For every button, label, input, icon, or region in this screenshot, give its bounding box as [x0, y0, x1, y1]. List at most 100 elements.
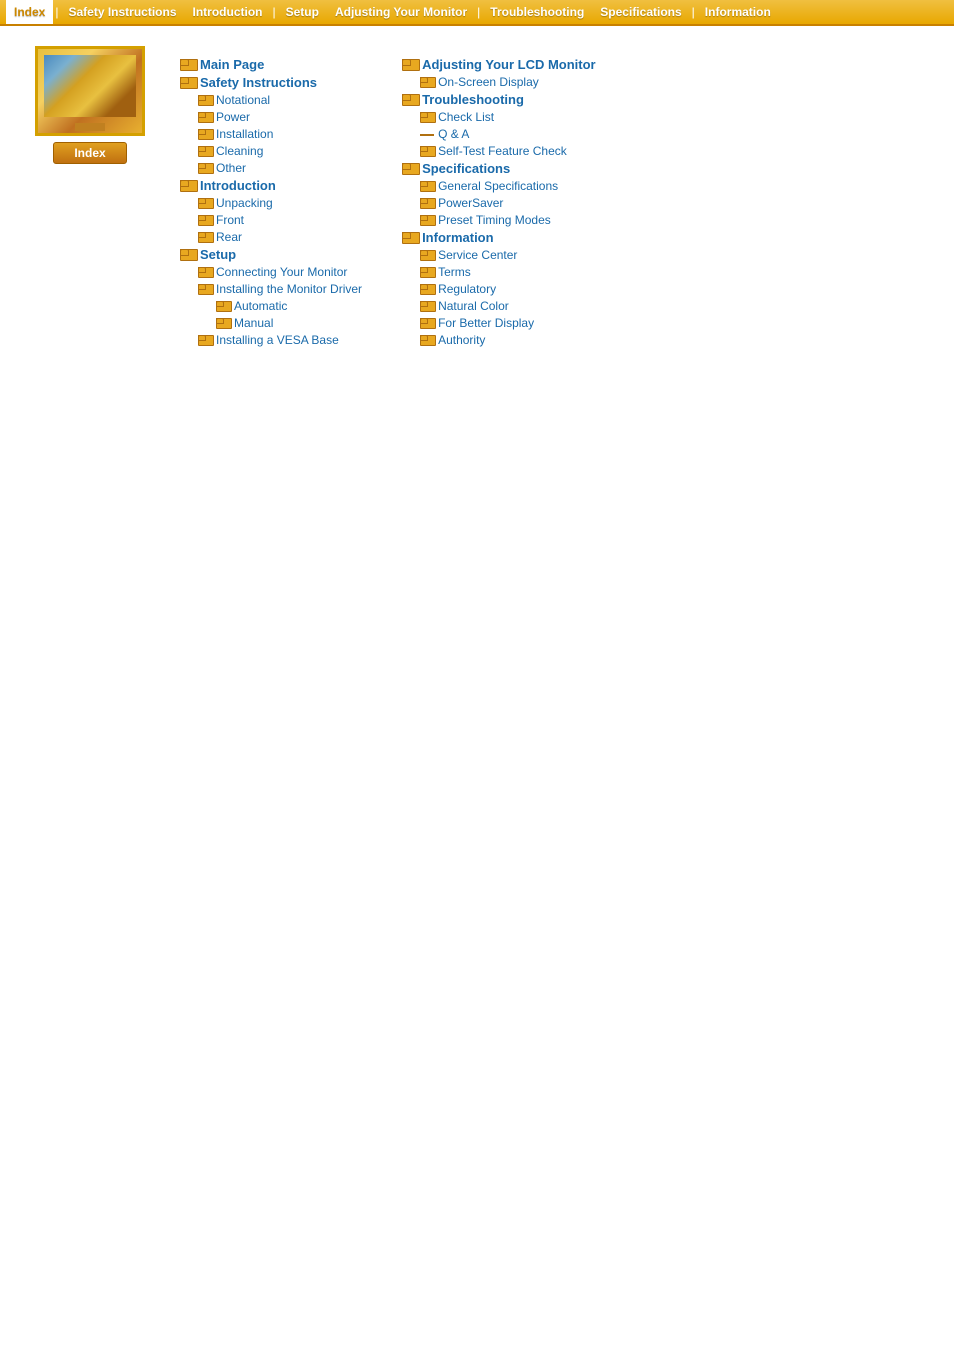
tree-item[interactable]: Service Center: [420, 247, 596, 263]
tree-item[interactable]: On-Screen Display: [420, 74, 596, 90]
folder-icon-sm: [198, 267, 212, 278]
tree-item[interactable]: Authority: [420, 332, 596, 348]
tree-item[interactable]: For Better Display: [420, 315, 596, 331]
dash-icon: [420, 134, 434, 136]
tree-item[interactable]: Setup: [180, 246, 362, 263]
tree-item[interactable]: Self-Test Feature Check: [420, 143, 596, 159]
tree-item[interactable]: Q & A: [420, 126, 596, 142]
folder-icon-sm: [420, 284, 434, 295]
nav-item-introduction[interactable]: Introduction: [185, 0, 271, 24]
tree-item[interactable]: Front: [198, 212, 362, 228]
tree-item[interactable]: Connecting Your Monitor: [198, 264, 362, 280]
tree-item-label: Preset Timing Modes: [438, 213, 551, 227]
tree-item-label: Notational: [216, 93, 270, 107]
tree-item[interactable]: Regulatory: [420, 281, 596, 297]
nav-item-adjusting-your-monitor[interactable]: Adjusting Your Monitor: [327, 0, 475, 24]
tree-item-label: Manual: [234, 316, 273, 330]
tree-item[interactable]: Check List: [420, 109, 596, 125]
tree-item[interactable]: Other: [198, 160, 362, 176]
tree-item-label: Natural Color: [438, 299, 509, 313]
tree-item-label: Terms: [438, 265, 471, 279]
tree-item[interactable]: Installing a VESA Base: [198, 332, 362, 348]
nav-item-setup[interactable]: Setup: [278, 0, 327, 24]
folder-icon: [402, 232, 418, 244]
tree-item-label: Installation: [216, 127, 273, 141]
tree-item[interactable]: Unpacking: [198, 195, 362, 211]
tree-item[interactable]: Manual: [216, 315, 362, 331]
folder-icon-sm: [198, 284, 212, 295]
tree-item[interactable]: Notational: [198, 92, 362, 108]
folder-icon-sm: [198, 335, 212, 346]
tree-item[interactable]: Preset Timing Modes: [420, 212, 596, 228]
folder-icon-sm: [198, 129, 212, 140]
tree-item[interactable]: Installing the Monitor Driver: [198, 281, 362, 297]
tree-item[interactable]: Troubleshooting: [402, 91, 596, 108]
tree-item[interactable]: Main Page: [180, 56, 362, 73]
folder-icon-sm: [420, 146, 434, 157]
nav-item-information[interactable]: Information: [697, 0, 779, 24]
nav-item-index[interactable]: Index: [6, 0, 53, 24]
tree-item[interactable]: Terms: [420, 264, 596, 280]
right-tree: Adjusting Your LCD Monitor On-Screen Disp…: [402, 56, 596, 348]
nav-item-troubleshooting[interactable]: Troubleshooting: [482, 0, 592, 24]
folder-icon: [180, 59, 196, 71]
folder-icon-sm: [420, 198, 434, 209]
folder-icon: [180, 249, 196, 261]
folder-icon-sm: [420, 335, 434, 346]
tree-item[interactable]: Installation: [198, 126, 362, 142]
tree-item[interactable]: Cleaning: [198, 143, 362, 159]
monitor-image: [35, 46, 145, 136]
tree-item-label: Self-Test Feature Check: [438, 144, 567, 158]
tree-item-label: Regulatory: [438, 282, 496, 296]
tree-item-label: Service Center: [438, 248, 517, 262]
nav-item-specifications[interactable]: Specifications: [592, 0, 689, 24]
tree-item[interactable]: Information: [402, 229, 596, 246]
tree-container: Main Page Safety Instructions Notational Po…: [180, 46, 596, 348]
tree-item-label: Adjusting Your LCD Monitor: [422, 57, 596, 72]
tree-item[interactable]: General Specifications: [420, 178, 596, 194]
tree-item-label: Safety Instructions: [200, 75, 317, 90]
nav-item-safety-instructions[interactable]: Safety Instructions: [60, 0, 184, 24]
tree-item[interactable]: Power: [198, 109, 362, 125]
left-panel: Index: [20, 46, 160, 348]
folder-icon-sm: [198, 95, 212, 106]
tree-item-label: Q & A: [438, 127, 469, 141]
main-content: Index Main Page Safety Instructions Notati…: [0, 26, 954, 368]
nav-separator: |: [475, 5, 482, 19]
tree-item-label: Setup: [200, 247, 236, 262]
tree-item-label: Troubleshooting: [422, 92, 524, 107]
tree-item-label: Cleaning: [216, 144, 263, 158]
tree-item[interactable]: Safety Instructions: [180, 74, 362, 91]
tree-item[interactable]: Adjusting Your LCD Monitor: [402, 56, 596, 73]
tree-item-label: Authority: [438, 333, 485, 347]
folder-icon: [180, 77, 196, 89]
folder-icon-sm: [198, 163, 212, 174]
tree-item-label: Other: [216, 161, 246, 175]
tree-item-label: Automatic: [234, 299, 287, 313]
tree-item-label: Rear: [216, 230, 242, 244]
tree-item[interactable]: PowerSaver: [420, 195, 596, 211]
folder-icon: [402, 94, 418, 106]
tree-item[interactable]: Specifications: [402, 160, 596, 177]
tree-item[interactable]: Introduction: [180, 177, 362, 194]
folder-icon-sm: [420, 250, 434, 261]
nav-separator: |: [690, 5, 697, 19]
tree-item[interactable]: Natural Color: [420, 298, 596, 314]
tree-item[interactable]: Rear: [198, 229, 362, 245]
tree-item-label: For Better Display: [438, 316, 534, 330]
folder-icon-sm: [198, 146, 212, 157]
nav-separator: |: [53, 5, 60, 19]
folder-icon-sm: [216, 301, 230, 312]
folder-icon-sm: [420, 77, 434, 88]
tree-item-label: Check List: [438, 110, 494, 124]
navbar: Index|Safety InstructionsIntroduction|Se…: [0, 0, 954, 26]
folder-icon-sm: [420, 267, 434, 278]
tree-item[interactable]: Automatic: [216, 298, 362, 314]
tree-item-label: Introduction: [200, 178, 276, 193]
index-button[interactable]: Index: [53, 142, 126, 164]
tree-item-label: Main Page: [200, 57, 264, 72]
tree-item-label: Installing a VESA Base: [216, 333, 339, 347]
tree-item-label: Front: [216, 213, 244, 227]
folder-icon-sm: [198, 112, 212, 123]
folder-icon: [402, 59, 418, 71]
